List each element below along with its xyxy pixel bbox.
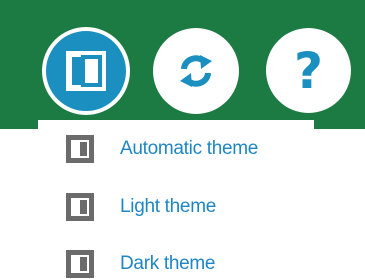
help-icon: ? <box>293 41 323 100</box>
menu-item-label: Light theme <box>120 196 216 217</box>
menu-item-automatic-theme[interactable]: Automatic theme <box>66 133 314 165</box>
theme-button[interactable] <box>42 27 130 115</box>
theme-icon <box>66 51 106 91</box>
help-button[interactable]: ? <box>266 28 351 113</box>
theme-icon <box>66 135 94 163</box>
refresh-icon <box>180 55 212 87</box>
menu-item-label: Dark theme <box>120 253 216 274</box>
refresh-button[interactable] <box>153 28 239 114</box>
menu-item-label: Automatic theme <box>120 138 259 159</box>
theme-switcher-screen: ? Automatic theme Light theme Dark theme <box>0 0 365 279</box>
top-toolbar: ? <box>0 0 365 129</box>
theme-menu: Automatic theme Light theme Dark theme <box>38 120 314 279</box>
menu-item-dark-theme[interactable]: Dark theme <box>66 248 314 279</box>
theme-icon <box>66 193 94 221</box>
menu-item-light-theme[interactable]: Light theme <box>66 191 314 223</box>
theme-icon <box>66 250 94 278</box>
